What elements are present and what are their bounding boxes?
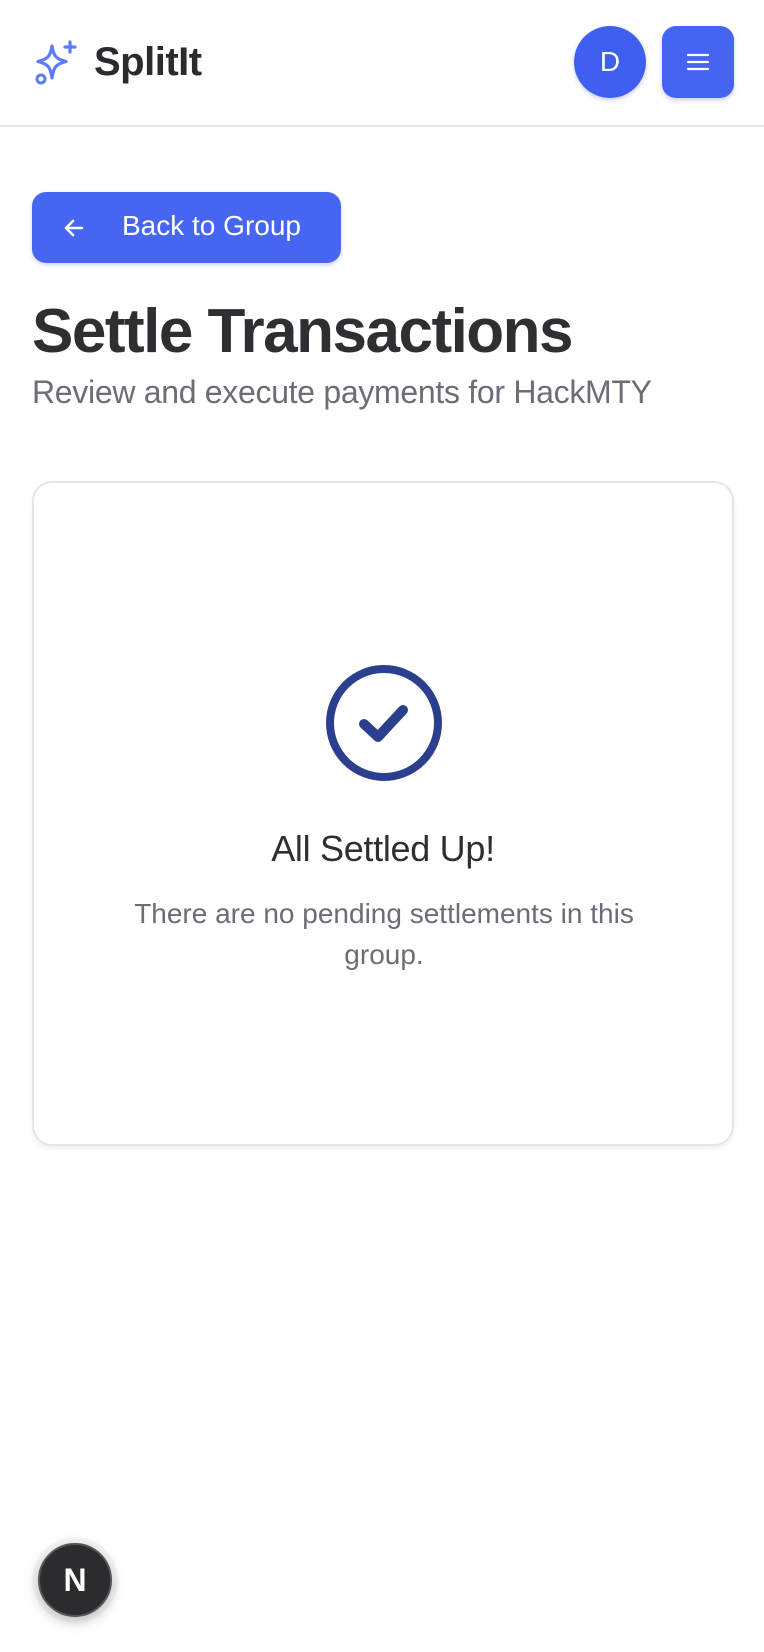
sparkle-icon: [35, 40, 77, 85]
back-button-label: Back to Group: [122, 210, 301, 241]
menu-button[interactable]: [662, 26, 734, 98]
page-subtitle: Review and execute payments for HackMTY: [32, 374, 652, 410]
empty-state-description: There are no pending settlements in this…: [134, 898, 634, 970]
brand-logo[interactable]: SplitIt: [32, 36, 202, 88]
back-to-group-button[interactable]: Back to Group: [32, 192, 341, 263]
page-title: Settle Transactions: [32, 297, 574, 366]
arrow-left-icon: [64, 219, 84, 237]
top-header: SplitIt D: [0, 0, 764, 127]
brand-name: SplitIt: [94, 39, 202, 84]
app-root: SplitIt D Back to Group Settle Transacti…: [0, 0, 764, 1652]
empty-state-title: All Settled Up!: [271, 828, 495, 869]
nextjs-logo-icon: N: [63, 1561, 87, 1598]
user-avatar[interactable]: D: [574, 26, 646, 98]
hamburger-menu-icon: [686, 53, 710, 71]
check-circle-icon: [326, 665, 442, 781]
nextjs-dev-badge[interactable]: N: [38, 1543, 112, 1617]
settlement-empty-card: All Settled Up! There are no pending set…: [32, 481, 734, 1146]
